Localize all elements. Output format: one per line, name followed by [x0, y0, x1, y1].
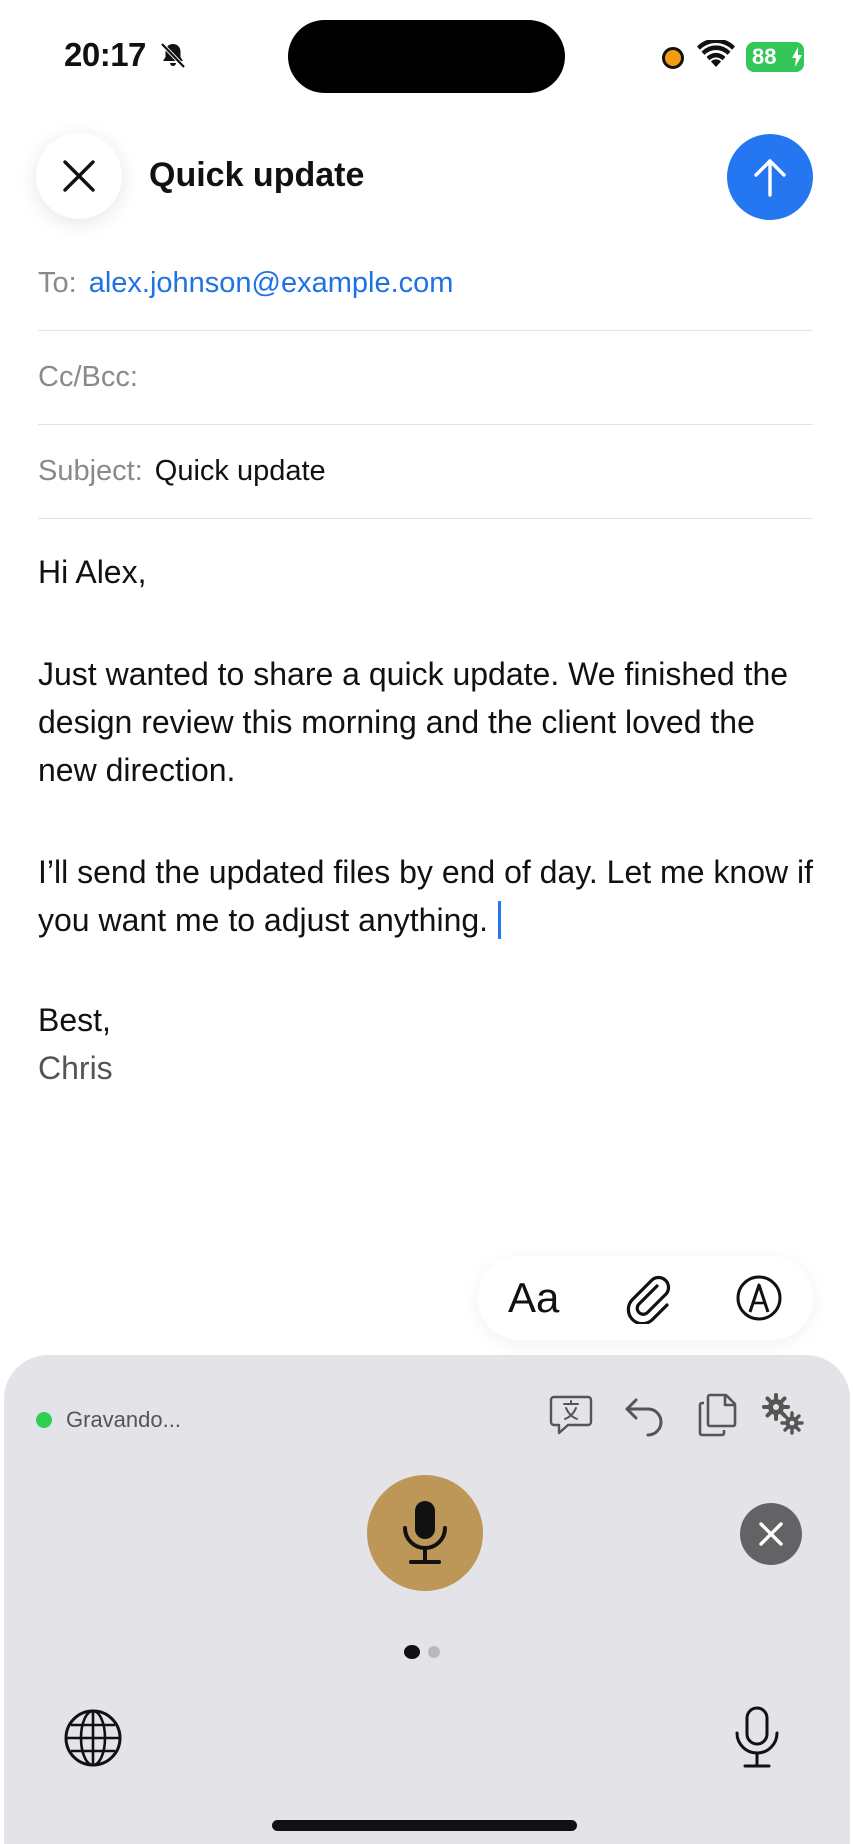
- battery-level: 88: [752, 44, 777, 69]
- body-paragraph-1: Just wanted to share a quick update. We …: [38, 656, 789, 788]
- send-button[interactable]: [727, 134, 813, 220]
- dictation-mic-button[interactable]: [367, 1475, 483, 1591]
- body-greeting: Hi Alex,: [38, 554, 147, 590]
- recording-dot-icon: [662, 47, 684, 69]
- body-signature-name: Chris: [38, 1050, 113, 1086]
- message-body[interactable]: Hi Alex, Just wanted to share a quick up…: [38, 548, 818, 1092]
- body-paragraph-2-text: I’ll send the updated files by end of da…: [38, 854, 813, 938]
- dynamic-island: [288, 20, 565, 93]
- markup-icon[interactable]: [734, 1272, 784, 1324]
- recording-label: Gravando...: [66, 1407, 181, 1432]
- close-icon: [759, 1522, 783, 1546]
- cancel-dictation-button[interactable]: [740, 1503, 802, 1565]
- status-bar: 20:17 88: [0, 0, 853, 110]
- to-field[interactable]: To: alex.johnson@example.com: [38, 237, 813, 331]
- body-signoff: Best,: [38, 1002, 111, 1038]
- undo-icon[interactable]: [622, 1391, 668, 1437]
- translate-icon[interactable]: [548, 1391, 594, 1437]
- bell-slash-icon: [160, 42, 186, 69]
- subject-field[interactable]: Subject: Quick update: [38, 425, 813, 519]
- settings-icon[interactable]: [760, 1391, 806, 1437]
- recording-indicator-icon: [36, 1412, 52, 1428]
- wifi-icon: [697, 40, 735, 67]
- recipient-token[interactable]: alex.johnson@example.com: [89, 267, 454, 300]
- page-dot-inactive: [428, 1646, 440, 1658]
- page-indicator: [404, 1645, 440, 1659]
- body-paragraph-2: I’ll send the updated files by end of da…: [38, 848, 818, 944]
- arrow-up-icon: [754, 159, 786, 197]
- text-cursor: [498, 901, 502, 939]
- dictation-keyboard: Gravando...: [4, 1355, 850, 1844]
- status-time: 20:17: [64, 36, 146, 73]
- cc-bcc-label: Cc/Bcc:: [38, 361, 138, 393]
- to-label: To:: [38, 267, 77, 299]
- microphone-icon[interactable]: [729, 1705, 785, 1771]
- subject-label: Subject:: [38, 455, 143, 487]
- battery-charging-icon: [792, 47, 802, 67]
- subject-value: Quick update: [154, 455, 326, 487]
- home-indicator: [272, 1820, 577, 1831]
- format-toolbar: Aa: [478, 1256, 813, 1340]
- cc-bcc-field[interactable]: Cc/Bcc:: [38, 331, 813, 425]
- compose-title: Quick update: [149, 156, 365, 194]
- page-dot-active: [404, 1645, 420, 1659]
- copy-icon[interactable]: [694, 1391, 740, 1437]
- globe-icon[interactable]: [62, 1707, 124, 1769]
- text-format-button[interactable]: Aa: [508, 1274, 559, 1322]
- recording-status: Gravando...: [36, 1407, 181, 1433]
- microphone-icon: [403, 1501, 447, 1564]
- battery-indicator: 88: [746, 42, 804, 72]
- close-icon: [63, 160, 95, 192]
- close-button[interactable]: [36, 133, 122, 219]
- paperclip-icon[interactable]: [624, 1272, 674, 1324]
